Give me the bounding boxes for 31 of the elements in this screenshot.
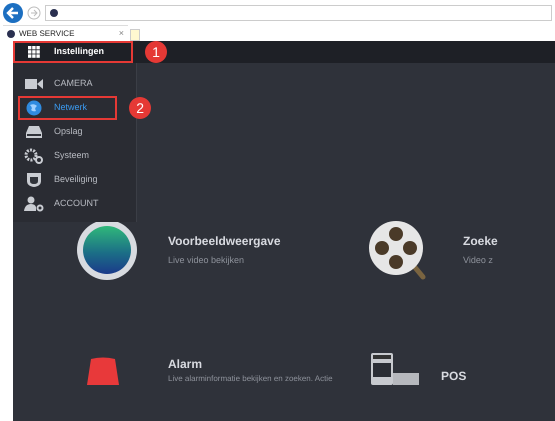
tile-title[interactable]: POS xyxy=(441,367,466,385)
menu-item[interactable]: Systeem xyxy=(18,144,133,168)
tile-description: Live alarminformatie bekijken en zoeken. Actie xyxy=(168,373,333,385)
tile-description: Live video bekijken xyxy=(168,254,246,268)
menu-item[interactable]: ACCOUNT xyxy=(18,192,133,216)
globe-icon xyxy=(26,100,42,116)
new-tab-button[interactable] xyxy=(130,29,140,41)
callout-badge: 2 xyxy=(129,97,152,119)
tile-description: Video z xyxy=(463,254,494,268)
site-icon xyxy=(50,8,58,16)
tile-title[interactable]: Alarm xyxy=(168,355,333,373)
tab-close-button[interactable]: × xyxy=(118,26,124,40)
video-camera-icon xyxy=(25,78,43,90)
tile-title[interactable]: Zoeke xyxy=(463,232,498,250)
hard-drive-icon xyxy=(26,125,42,139)
shield-icon xyxy=(26,172,42,188)
user-gear-icon xyxy=(24,196,44,212)
round-button-icon xyxy=(76,219,138,281)
address-bar[interactable] xyxy=(45,4,552,20)
tile-title[interactable]: Voorbeeldweergave xyxy=(168,232,280,250)
menu-item[interactable]: Netwerk xyxy=(18,96,118,120)
menu-item[interactable]: Opslag xyxy=(18,120,133,144)
settings-menu-button[interactable]: Instellingen xyxy=(13,41,133,63)
menu-item[interactable]: CAMERA xyxy=(18,72,133,96)
browser-tab[interactable]: WEB SERVICE × xyxy=(3,25,128,41)
tab-title: WEB SERVICE xyxy=(19,28,76,40)
gears-icon xyxy=(24,148,44,164)
menu-item[interactable]: Beveiliging xyxy=(18,168,133,192)
callout-badge: 1 xyxy=(145,41,167,63)
site-icon xyxy=(7,30,15,38)
grid-menu-icon xyxy=(28,46,40,58)
